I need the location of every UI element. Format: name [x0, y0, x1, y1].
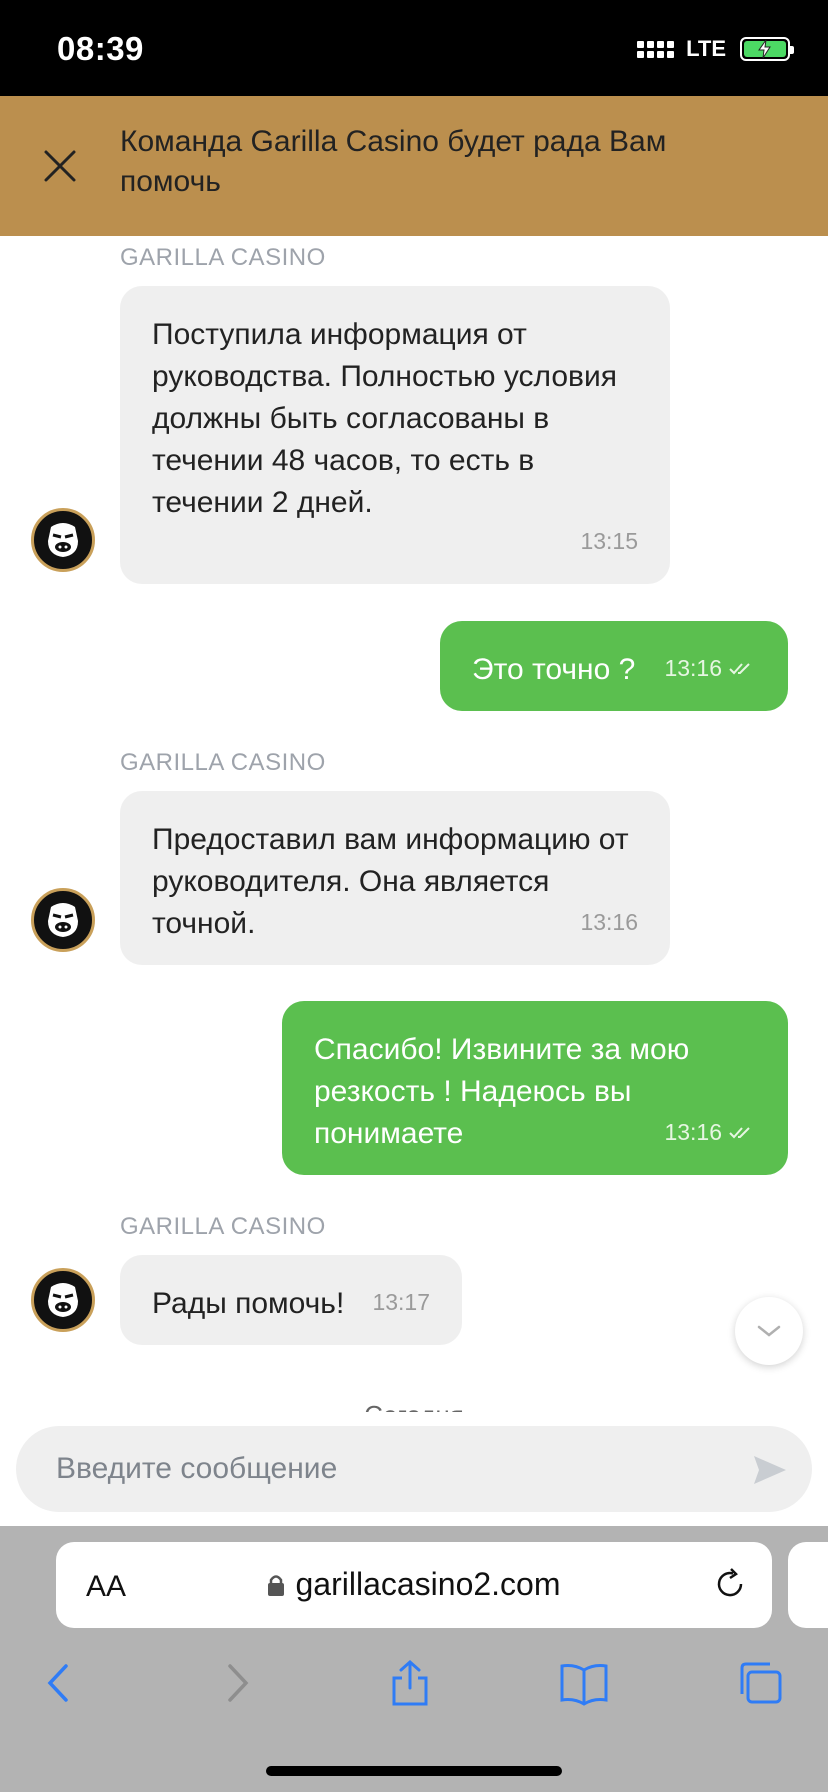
sender-name: GARILLA CASINO [120, 244, 326, 271]
reload-icon [717, 1568, 743, 1597]
gorilla-icon [48, 1283, 78, 1317]
message-text: Это точно ? [472, 653, 636, 686]
send-icon [754, 1456, 786, 1484]
message-time: 13:15 [580, 528, 638, 554]
message-text: Предоставил вам информацию от руководите… [152, 823, 629, 940]
status-bar: 08:39 LTE [0, 0, 828, 96]
sender-name: GARILLA CASINO [120, 1213, 326, 1240]
incoming-message: Поступила информация от руководства. Пол… [120, 286, 670, 584]
scroll-down-button[interactable] [735, 1297, 803, 1365]
book-icon [560, 1664, 608, 1706]
browser-toolbar [0, 1658, 828, 1718]
incoming-message: Рады помочь! 13:17 [120, 1255, 462, 1345]
message-list[interactable]: GARILLA CASINO Поступила информация от р… [0, 236, 828, 1412]
send-button[interactable] [750, 1450, 790, 1490]
chevron-left-icon [47, 1664, 68, 1702]
message-time: 13:16 [664, 1111, 756, 1153]
share-button[interactable] [388, 1658, 432, 1713]
next-tab-preview[interactable] [788, 1542, 828, 1628]
status-time: 08:39 [57, 30, 144, 67]
network-type: LTE [686, 36, 726, 61]
avatar [31, 1268, 95, 1332]
incoming-message: Предоставил вам информацию от руководите… [120, 791, 670, 965]
home-indicator [266, 1766, 562, 1776]
back-button[interactable] [40, 1658, 76, 1713]
avatar [31, 888, 95, 952]
sender-name: GARILLA CASINO [120, 749, 326, 776]
gorilla-icon [48, 523, 78, 557]
chat-title: Команда Garilla Casino будет рада Вам по… [120, 125, 667, 198]
url-text: garillacasino2.com [295, 1566, 561, 1602]
message-input[interactable] [56, 1426, 736, 1512]
outgoing-message: Это точно ? 13:16 [440, 621, 788, 711]
avatar [31, 508, 95, 572]
reload-button[interactable] [712, 1566, 748, 1607]
browser-chrome: AA garillacasino2.com [0, 1526, 828, 1792]
url-display: garillacasino2.com [56, 1566, 772, 1603]
address-bar[interactable]: AA garillacasino2.com [56, 1542, 772, 1628]
message-time: 13:16 [664, 647, 756, 689]
date-divider: Сегодня [0, 1400, 828, 1412]
signal-icon [637, 40, 675, 58]
message-text: Рады помочь! [152, 1287, 345, 1320]
message-time: 13:17 [372, 1289, 430, 1315]
gorilla-icon [48, 903, 78, 937]
double-check-icon [729, 663, 750, 675]
chevron-down-icon [757, 1325, 781, 1337]
chat-header: Команда Garilla Casino будет рада Вам по… [0, 96, 828, 236]
chevron-right-icon [228, 1664, 249, 1702]
status-indicators: LTE [637, 36, 794, 62]
outgoing-message: Спасибо! Извините за мою резкость ! Наде… [282, 1001, 788, 1175]
lock-icon [268, 1574, 285, 1596]
bookmarks-button[interactable] [558, 1658, 610, 1713]
message-text: Поступила информация от руководства. Пол… [152, 318, 617, 519]
message-composer [16, 1426, 812, 1512]
message-text: Спасибо! Извините за мою резкость ! Наде… [314, 1033, 690, 1150]
close-icon [44, 150, 76, 182]
close-button[interactable] [38, 144, 82, 188]
message-time: 13:16 [580, 909, 638, 935]
tabs-icon [740, 1662, 782, 1704]
battery-icon [740, 37, 794, 61]
tabs-button[interactable] [736, 1658, 784, 1713]
share-icon [392, 1659, 428, 1706]
double-check-icon [729, 1127, 750, 1139]
forward-button[interactable] [220, 1658, 256, 1713]
